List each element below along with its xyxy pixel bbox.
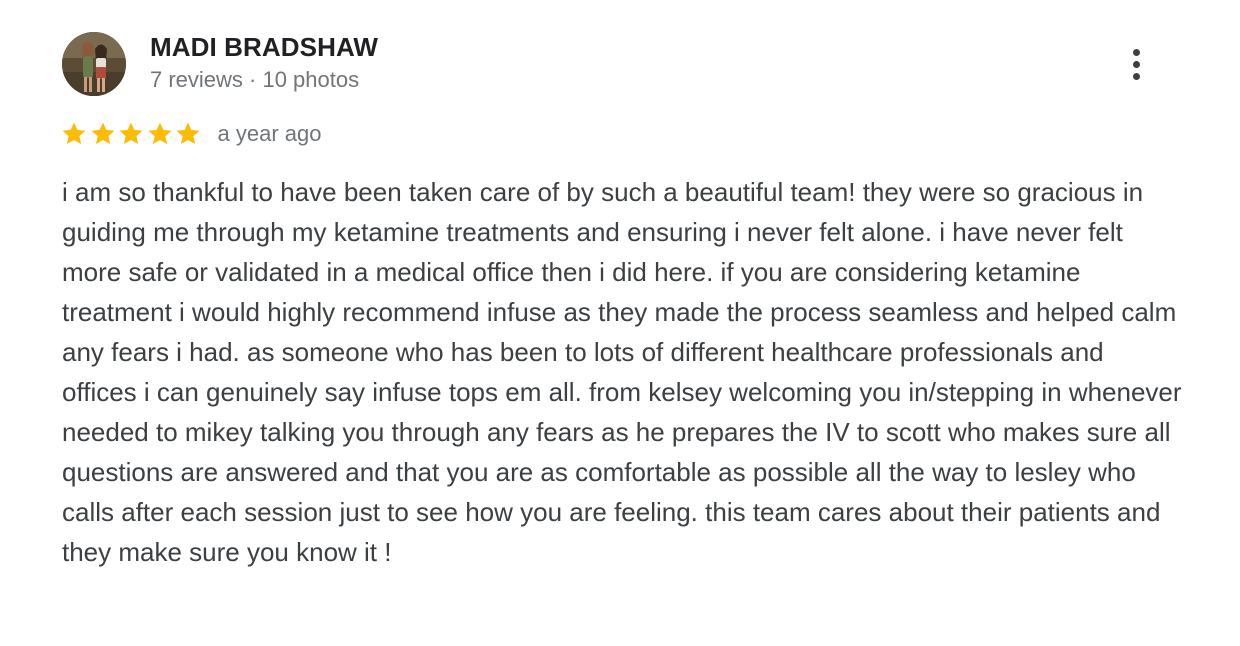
reviewer-avatar[interactable] bbox=[62, 32, 126, 96]
more-options-button[interactable] bbox=[1116, 44, 1156, 84]
more-vertical-icon-dot bbox=[1132, 72, 1140, 80]
review-date: a year ago bbox=[217, 121, 322, 146]
star-rating bbox=[60, 120, 203, 148]
star-icon bbox=[91, 122, 114, 145]
review-text: i am so thankful to have been taken care… bbox=[62, 177, 1182, 567]
star-icon bbox=[119, 122, 143, 145]
star-icon bbox=[148, 122, 171, 145]
avatar-photo-icon bbox=[62, 32, 126, 96]
star-icon bbox=[176, 122, 200, 145]
rating-row: a year ago bbox=[60, 119, 321, 149]
review-card: MADI BRADSHAW 7 reviews · 10 photos a ye… bbox=[0, 0, 1240, 646]
star-icon bbox=[62, 122, 86, 145]
more-vertical-icon bbox=[1132, 48, 1140, 56]
reviewer-meta: 7 reviews · 10 photos bbox=[150, 67, 360, 92]
more-vertical-icon-dot bbox=[1132, 60, 1140, 68]
reviewer-name[interactable]: MADI BRADSHAW bbox=[150, 32, 378, 63]
